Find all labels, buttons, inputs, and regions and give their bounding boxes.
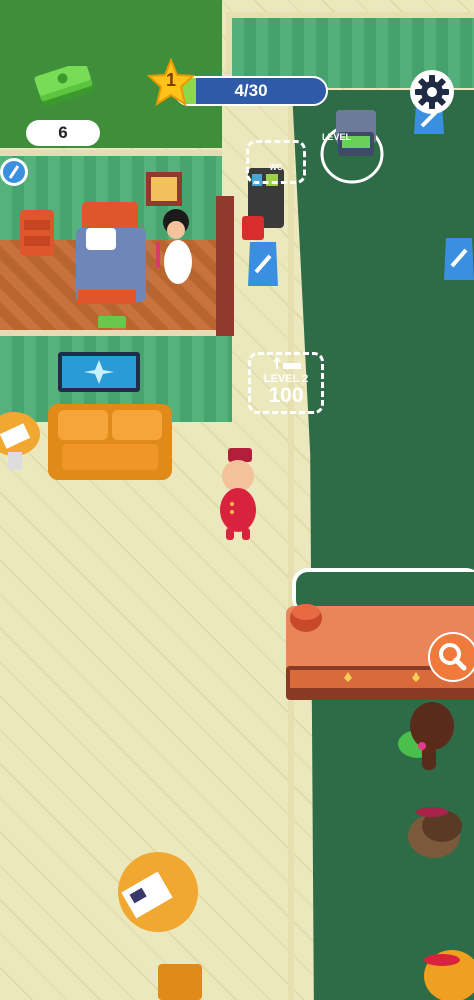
luggage-level-label: LEVEL: [322, 132, 352, 142]
gear-icon[interactable]: [408, 68, 456, 116]
lobby-sofa: [48, 404, 172, 480]
nightstand: [20, 210, 54, 256]
cash-pickup: [98, 316, 126, 328]
guest-1[interactable]: [396, 696, 462, 772]
bed-arrow-icon: [273, 357, 301, 369]
player-level: 1: [165, 70, 176, 90]
luggage-item[interactable]: [318, 102, 388, 186]
bed-headboard: [82, 202, 138, 232]
bellhop-player[interactable]: [214, 446, 262, 542]
plant-pot: [158, 964, 202, 1000]
side-table-bottom: [118, 852, 198, 932]
room-upgrade-spot[interactable]: LEVEL 2 100: [248, 352, 324, 414]
room-furniture: [20, 172, 192, 328]
wc-build-spot[interactable]: WC: [246, 140, 306, 184]
guest-3[interactable]: [418, 936, 474, 1000]
xp-progress-bar: 4/30: [174, 76, 328, 106]
cash-amount: 6: [26, 120, 100, 146]
wet-floor-sign-icon: [0, 158, 28, 186]
cash-stack-icon: [34, 66, 95, 106]
xp-progress-text: 4/30: [234, 81, 268, 100]
magnifier-icon[interactable]: [428, 632, 474, 682]
side-table-top: [0, 412, 40, 470]
guest-2[interactable]: [404, 800, 474, 866]
wet-floor-sign-icon: [248, 242, 278, 286]
wc-label: WC: [269, 163, 283, 172]
housekeeper: [164, 240, 192, 284]
wet-floor-sign-icon: [444, 238, 474, 280]
upgrade-cost: 100: [268, 384, 304, 407]
wall-tv: [58, 352, 140, 392]
